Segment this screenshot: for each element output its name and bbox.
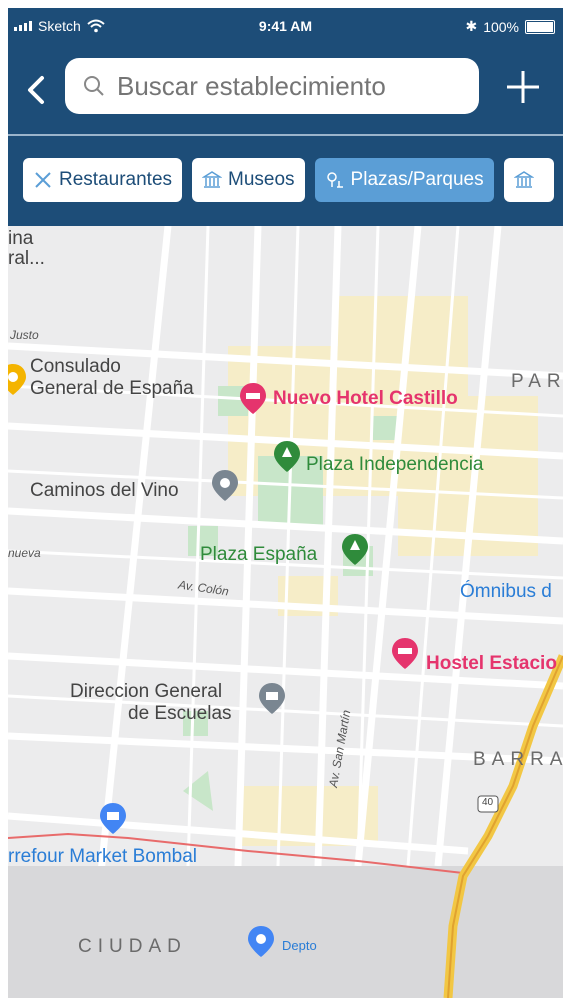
hotel-pin-icon[interactable] [236,381,270,415]
park-pin-icon[interactable] [338,532,372,566]
map-streets [8,226,563,998]
utensils-icon [35,172,51,188]
map-label-area: PAR [511,371,563,392]
park-icon [326,172,343,188]
consulate-pin-icon[interactable] [8,362,30,396]
map-label-market: rrefour Market Bombal [8,846,198,867]
category-chips: Restaurantes Museos Plazas/Parques [23,158,554,202]
shopping-pin-icon[interactable] [96,801,130,835]
map-label-street: Justo [10,328,39,342]
search-icon [84,76,104,96]
hotel-pin-icon[interactable] [388,636,422,670]
map-label-edge: ina [8,228,34,249]
museum-icon [513,171,534,188]
status-bar: Sketch 9:41 AM ✱ 100% [8,8,563,44]
map-label-omnibus: Ómnibus d [460,581,552,602]
park-pin-icon[interactable] [270,439,304,473]
map-label-hotel: Nuevo Hotel Castillo [273,388,458,409]
add-button[interactable] [504,68,542,106]
chip-restaurantes[interactable]: Restaurantes [23,158,183,202]
chip-plazas-parques[interactable]: Plazas/Parques [314,158,494,202]
place-pin-icon[interactable] [208,468,242,502]
map-label-area: CIUDAD [78,936,187,957]
map-label-plaza-espana: Plaza España [200,544,318,565]
back-button[interactable] [22,74,50,106]
battery-percent: 100% [483,18,519,35]
map-label-consulado: Consulado [30,356,121,377]
museum-icon [202,171,223,188]
route-shield: 40 [482,797,494,808]
chip-museos[interactable]: Museos [192,158,305,202]
search-input[interactable] [115,69,439,103]
map-label-edge: ral... [8,248,45,269]
map-view[interactable]: ina ral... Justo Consulado General de Es… [8,226,563,998]
chip-label: Restaurantes [59,169,173,190]
app-header: Sketch 9:41 AM ✱ 100% Restaurantes [8,8,563,226]
chip-label: Museos [228,169,295,190]
search-bar[interactable] [65,58,479,114]
map-label-hostel: Hostel Estacio [426,653,557,674]
map-label-depto: Depto [282,938,317,953]
map-label-consulado: General de España [30,378,194,399]
map-label-direccion: Direccion General [70,681,223,702]
chip-more[interactable] [503,158,554,202]
map-label-street: nueva [8,546,41,560]
bluetooth-icon: ✱ [465,18,478,34]
map-label-caminos: Caminos del Vino [30,480,179,501]
battery-icon [525,19,555,34]
map-label-plaza-independencia: Plaza Independencia [306,454,484,475]
chip-label: Plazas/Parques [350,169,484,190]
map-label-area: BARRA [473,749,563,770]
header-divider [8,134,563,136]
museum-pin-icon[interactable] [255,681,289,715]
location-pin-icon[interactable] [244,924,278,958]
phone-screen: Sketch 9:41 AM ✱ 100% Restaurantes [8,8,563,998]
map-label-direccion: de Escuelas [128,703,232,724]
